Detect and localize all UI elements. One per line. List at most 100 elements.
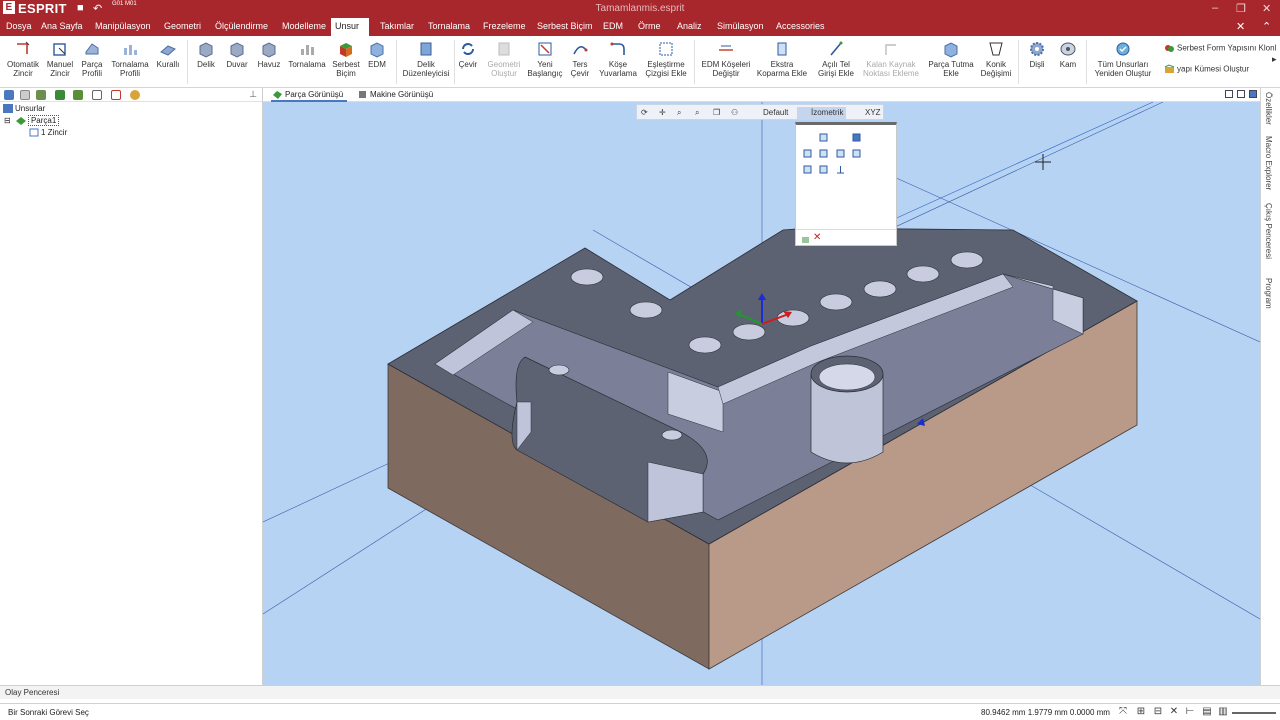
workplane-icon[interactable]: ⊢ <box>1185 707 1195 717</box>
tab-edm[interactable]: EDM <box>599 18 627 36</box>
hole[interactable] <box>629 301 663 319</box>
default-view-button[interactable]: Default <box>751 107 788 119</box>
tab-manipulasyon[interactable]: Manipülasyon <box>91 18 155 36</box>
manuel-zincir-button[interactable]: Manuel Zincir <box>44 40 76 78</box>
tab-parca-gorunusu[interactable]: Parça Görünüşü <box>271 88 348 102</box>
fixture-icon[interactable] <box>73 90 83 100</box>
tab-ozellikler[interactable]: Özellikler <box>1264 92 1273 125</box>
tab-tornalama[interactable]: Tornalama <box>424 18 474 36</box>
library-icon[interactable] <box>36 90 46 100</box>
tornalama-feature-button[interactable]: Tornalama <box>287 40 327 69</box>
tab-orme[interactable]: Örme <box>634 18 665 36</box>
edm-button[interactable]: EDM <box>365 40 389 69</box>
tab-olculendirme[interactable]: Ölçülendirme <box>211 18 272 36</box>
tornalama-profili-button[interactable]: Tornalama Profili <box>110 40 150 78</box>
view-iso-icon[interactable] <box>852 133 861 142</box>
display-icon[interactable]: ▥ <box>1218 707 1228 717</box>
xyz-button[interactable]: XYZ <box>853 107 881 119</box>
layers-icon[interactable]: ▤ <box>1202 707 1212 717</box>
tree-part-node[interactable]: ⊟ Parça1 <box>4 115 60 126</box>
geometri-olustur-button[interactable]: Geometri Oluştur <box>486 40 522 78</box>
minimize-icon[interactable]: – <box>1212 2 1218 14</box>
delik-duzenleyicisi-button[interactable]: Delik Düzenleyicisi <box>401 40 451 78</box>
isometric-view-button[interactable]: İzometrik <box>797 107 847 119</box>
tab-cikis-penceresi[interactable]: Çıkış Penceresi <box>1264 203 1273 259</box>
restore-icon[interactable]: ❐ <box>1236 2 1246 15</box>
tab-macro-explorer[interactable]: Macro Explorer <box>1264 136 1273 190</box>
delik-button[interactable]: Delik <box>192 40 220 69</box>
tree-root[interactable]: Unsurlar <box>3 104 45 114</box>
tab-ana-sayfa[interactable]: Ana Sayfa <box>37 18 87 36</box>
view-top-icon[interactable] <box>819 133 828 142</box>
expand-icon[interactable]: ⊟ <box>4 116 11 125</box>
view-back-icon[interactable] <box>819 149 828 158</box>
align-icon[interactable]: ⊟ <box>1153 707 1163 717</box>
tab-frezeleme[interactable]: Frezeleme <box>479 18 530 36</box>
tab-unsur[interactable]: Unsur <box>331 18 369 36</box>
snap-icon[interactable]: ⤧ <box>1118 707 1128 717</box>
window-max-icon[interactable] <box>1249 90 1257 98</box>
edm-koseleri-button[interactable]: EDM Köşeleri Değiştir <box>700 40 752 78</box>
tum-unsurlari-button[interactable]: Tüm Unsurları Yeniden Oluştur <box>1092 40 1154 78</box>
delete-view-icon[interactable]: ✕ <box>813 232 821 243</box>
hole[interactable] <box>906 265 940 283</box>
yapi-kumesi-button[interactable]: yapı Kümesi Oluştur <box>1164 64 1249 75</box>
hole[interactable] <box>688 336 722 354</box>
parca-profili-button[interactable]: Parça Profili <box>78 40 106 78</box>
close-icon[interactable]: ✕ <box>1262 2 1271 15</box>
fit-view-icon[interactable]: ❐ <box>713 107 720 119</box>
tab-analiz[interactable]: Analiz <box>673 18 706 36</box>
help-icon[interactable]: ✕ <box>1236 20 1245 33</box>
pin-icon[interactable]: ⊥ <box>249 89 257 100</box>
view-bottom-icon[interactable] <box>803 165 812 174</box>
view-front-icon[interactable] <box>803 149 812 158</box>
kuralli-button[interactable]: Kurallı <box>154 40 182 69</box>
window-tile-icon[interactable] <box>1237 90 1245 98</box>
view-left-icon[interactable] <box>836 149 845 158</box>
event-window-bar[interactable]: Olay Penceresi <box>0 685 1280 699</box>
zoom-icon[interactable]: ⌕ <box>677 107 681 119</box>
add-view-icon[interactable] <box>801 235 810 244</box>
cross-icon[interactable]: ✕ <box>1169 707 1179 717</box>
tree-view-icon[interactable] <box>4 90 14 100</box>
hole[interactable] <box>732 323 766 341</box>
tab-serbest-bicim[interactable]: Serbest Biçim <box>533 18 597 36</box>
hole[interactable] <box>819 293 853 311</box>
serbest-bicim-button[interactable]: Serbest Biçim <box>330 40 362 78</box>
part-scene[interactable] <box>263 102 1260 685</box>
hole[interactable] <box>570 268 604 286</box>
ribbon-collapse-icon[interactable]: ⌃ <box>1262 20 1271 33</box>
hole[interactable] <box>950 251 984 269</box>
parca-tutma-button[interactable]: Parça Tutma Ekle <box>926 40 976 78</box>
otomatik-zincir-button[interactable]: Otomatik Zincir <box>4 40 42 78</box>
window-restore-icon[interactable] <box>1225 90 1233 98</box>
zoom-slider[interactable] <box>1232 712 1276 714</box>
tab-modelleme[interactable]: Modelleme <box>278 18 330 36</box>
tree-chain-node[interactable]: 1 Zincir <box>29 128 67 137</box>
tab-makine-gorunusu[interactable]: Makine Görünüşü <box>356 88 437 102</box>
tab-accessories[interactable]: Accessories <box>772 18 829 36</box>
zoom-window-icon[interactable]: ⌕ <box>695 107 699 119</box>
konik-degisimi-button[interactable]: Konik Değişimi <box>980 40 1012 78</box>
kose-yuvarlama-button[interactable]: Köşe Yuvarlama <box>597 40 639 78</box>
tab-takimlar[interactable]: Takımlar <box>376 18 418 36</box>
tab-dosya[interactable]: Dosya <box>2 18 36 36</box>
tab-simulasyon[interactable]: Simülasyon <box>713 18 768 36</box>
ribbon-scroll-right-icon[interactable]: ▸ <box>1272 54 1277 65</box>
tab-geometri[interactable]: Geometri <box>160 18 205 36</box>
ters-cevir-button[interactable]: Ters Çevir <box>567 40 593 78</box>
view-custom-icon[interactable] <box>819 165 828 174</box>
disli-button[interactable]: Dişli <box>1024 40 1050 69</box>
pan-icon[interactable]: ✛ <box>659 107 666 119</box>
layer-icon[interactable] <box>111 90 121 100</box>
hole[interactable] <box>661 429 683 441</box>
3d-viewport[interactable]: ⟳ ✛ ⌕ ⌕ ❐ ⚇ Default İzometrik XYZ ✕ <box>263 102 1260 685</box>
yeni-baslangic-button[interactable]: Yeni Başlangıç <box>527 40 563 78</box>
kam-button[interactable]: Kam <box>1055 40 1081 69</box>
tab-program[interactable]: Program <box>1264 278 1273 309</box>
grid-icon[interactable]: ⊞ <box>1136 707 1146 717</box>
cevir-button[interactable]: Çevir <box>456 40 480 69</box>
hole[interactable] <box>776 309 810 327</box>
document-icon[interactable] <box>92 90 102 100</box>
duvar-button[interactable]: Duvar <box>223 40 251 69</box>
